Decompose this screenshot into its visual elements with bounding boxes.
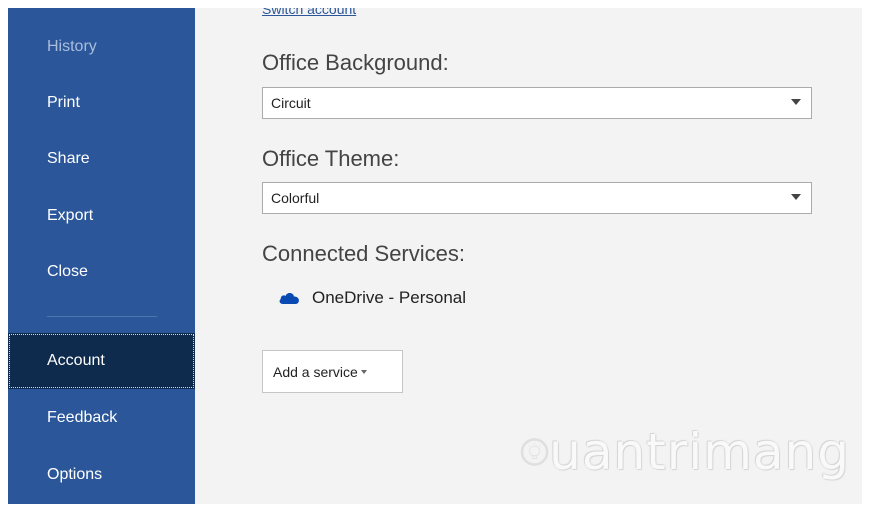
sidebar-item-history[interactable]: History [8, 19, 195, 75]
office-background-heading: Office Background: [262, 50, 449, 75]
sidebar-item-options[interactable]: Options [8, 447, 195, 503]
sidebar-item-label: Feedback [47, 409, 118, 426]
watermark: uantrimang [520, 420, 850, 484]
sidebar-item-label: Account [47, 352, 105, 369]
service-item-onedrive[interactable]: OneDrive - Personal [278, 287, 466, 309]
office-theme-heading: Office Theme: [262, 146, 400, 171]
office-theme-dropdown[interactable]: Colorful [262, 182, 812, 214]
sidebar-item-label: Export [47, 207, 94, 224]
office-backstage-window: History Print Share Export Close Account… [8, 8, 862, 504]
lightbulb-logo-icon [520, 438, 549, 466]
add-a-service-label: Add a service [273, 363, 358, 380]
sidebar-item-label: History [47, 38, 97, 55]
sidebar-item-feedback[interactable]: Feedback [8, 390, 195, 446]
sidebar-item-label: Print [47, 94, 80, 111]
sidebar-item-export[interactable]: Export [8, 188, 195, 244]
cloud-icon [279, 293, 299, 304]
sidebar-item-label: Options [47, 466, 103, 483]
service-name: OneDrive - Personal [312, 288, 467, 307]
caret-down-icon [360, 369, 367, 374]
add-a-service-button[interactable]: Add a service [262, 350, 403, 393]
watermark-text: uantrimang [549, 423, 850, 481]
sidebar-item-label: Share [47, 150, 90, 167]
connected-services-heading: Connected Services: [262, 241, 465, 266]
sidebar-item-print[interactable]: Print [8, 75, 195, 131]
dropdown-arrow-icon [791, 99, 801, 105]
sidebar-item-account[interactable]: Account [8, 333, 195, 389]
dropdown-arrow-icon [791, 194, 801, 200]
sidebar-divider [47, 316, 157, 317]
sidebar-item-close[interactable]: Close [8, 244, 195, 300]
office-background-dropdown[interactable]: Circuit [262, 87, 812, 119]
sidebar-item-share[interactable]: Share [8, 131, 195, 187]
backstage-sidebar: History Print Share Export Close Account… [8, 8, 195, 504]
switch-account-link[interactable]: Switch account [262, 8, 356, 17]
office-theme-value: Colorful [271, 190, 320, 206]
office-background-value: Circuit [271, 95, 311, 111]
sidebar-item-label: Close [47, 263, 88, 280]
